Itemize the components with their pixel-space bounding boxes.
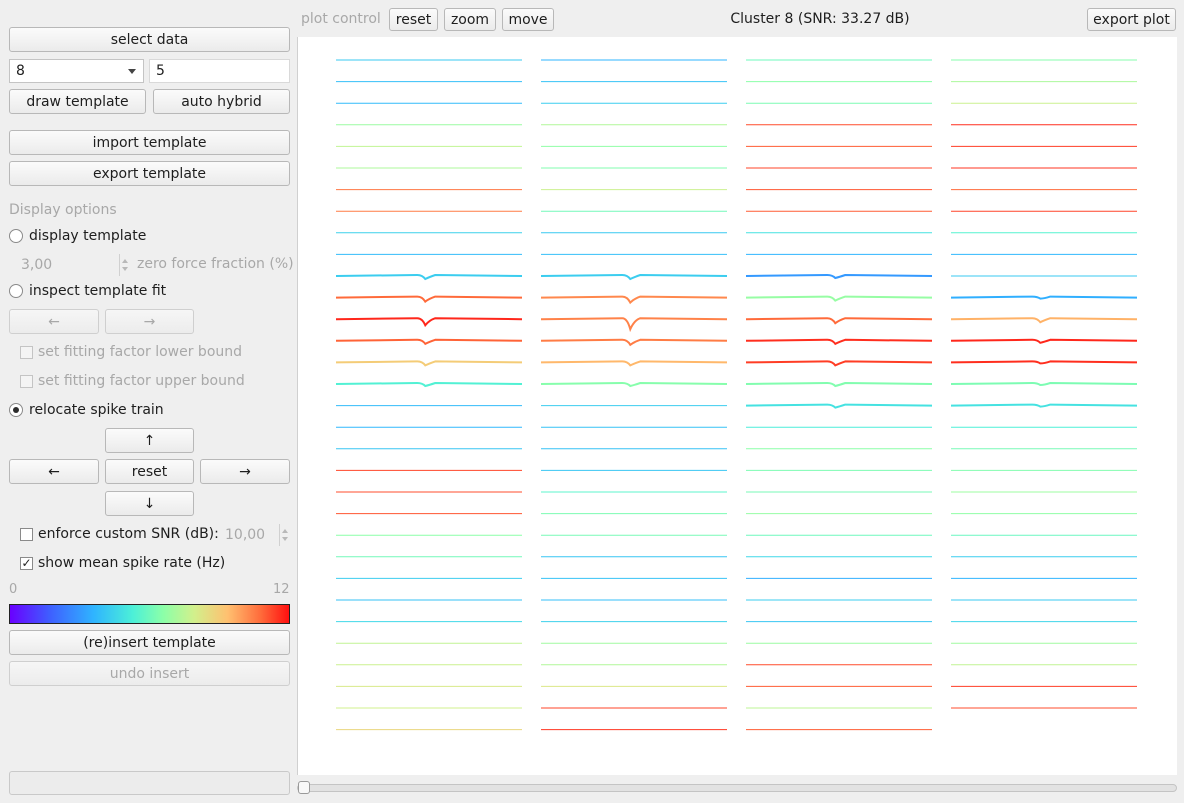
spin-arrows-icon[interactable]: [119, 254, 130, 276]
cluster-input[interactable]: 5: [149, 59, 290, 83]
reinsert-template-button[interactable]: (re)insert template: [9, 630, 290, 655]
spin-arrows-icon[interactable]: [279, 524, 290, 546]
rate-colorbar: [9, 604, 290, 624]
channel-trace: [540, 273, 728, 281]
show-rate-label: show mean spike rate (Hz): [38, 555, 226, 571]
channel-trace: [745, 273, 933, 280]
channel-trace: [745, 403, 933, 409]
channel-trace: [335, 317, 523, 328]
probe-plot[interactable]: [297, 37, 1177, 775]
channel-trace: [745, 317, 933, 325]
inspect-template-fit-label: inspect template fit: [29, 283, 167, 299]
channel-trace: [335, 338, 523, 346]
select-data-button[interactable]: select data: [9, 27, 290, 52]
display-template-radio[interactable]: [9, 229, 23, 243]
auto-hybrid-button[interactable]: auto hybrid: [153, 89, 290, 114]
export-plot-button[interactable]: export plot: [1087, 8, 1176, 31]
channel-trace: [335, 295, 523, 304]
undo-insert-button[interactable]: undo insert: [9, 661, 290, 686]
channel-trace: [745, 295, 933, 302]
snr-value: 10,00: [225, 527, 266, 543]
channel-trace: [745, 338, 933, 346]
plot-title: Cluster 8 (SNR: 33.27 dB): [730, 11, 910, 27]
channel-trace: [950, 403, 1138, 408]
move-left-button[interactable]: ←: [9, 459, 99, 484]
relocate-spike-train-radio[interactable]: [9, 403, 23, 417]
progress-bar: [9, 771, 290, 795]
plot-move-button[interactable]: move: [502, 8, 554, 31]
channel-trace: [950, 317, 1138, 324]
channel-trace: [745, 360, 933, 367]
channel-trace: [335, 360, 523, 367]
channel-trace: [950, 381, 1138, 387]
channel-trace: [540, 317, 728, 333]
plot-scroll-handle[interactable]: [298, 781, 310, 794]
channel-trace: [540, 338, 728, 347]
set-lower-bound-checkbox[interactable]: [20, 346, 33, 359]
plot-scroll-track[interactable]: [297, 784, 1177, 792]
enforce-snr-checkbox[interactable]: [20, 528, 33, 541]
import-template-button[interactable]: import template: [9, 130, 290, 155]
next-fit-button[interactable]: →: [105, 309, 194, 334]
inspect-template-fit-radio[interactable]: [9, 284, 23, 298]
channel-trace: [950, 295, 1138, 300]
channel-trace: [950, 338, 1138, 344]
probe-plot-svg: [335, 59, 1138, 731]
chevron-down-icon: [128, 69, 136, 74]
checkmark-icon: ✓: [21, 556, 32, 570]
display-options-heading: Display options: [9, 202, 117, 218]
snr-spinbox[interactable]: 10,00: [225, 524, 291, 546]
channel-trace: [745, 381, 933, 388]
set-lower-bound-label: set fitting factor lower bound: [38, 344, 243, 360]
colorbar-min-label: 0: [9, 582, 18, 597]
cluster-select-value: 8: [16, 63, 25, 79]
draw-template-button[interactable]: draw template: [9, 89, 146, 114]
colorbar-max-label: 12: [273, 582, 290, 597]
export-template-button[interactable]: export template: [9, 161, 290, 186]
prev-fit-button[interactable]: ←: [9, 309, 99, 334]
show-rate-checkbox[interactable]: ✓: [20, 557, 33, 570]
cluster-select[interactable]: 8: [9, 59, 144, 83]
zero-force-label: zero force fraction (%): [137, 256, 294, 272]
relocate-spike-train-label: relocate spike train: [29, 402, 164, 418]
channel-trace: [540, 381, 728, 388]
reset-position-button[interactable]: reset: [105, 459, 194, 484]
plot-reset-button[interactable]: reset: [389, 8, 438, 31]
channel-trace: [540, 295, 728, 305]
plot-control-label: plot control: [301, 11, 381, 27]
enforce-snr-label: enforce custom SNR (dB):: [38, 526, 219, 542]
plot-zoom-button[interactable]: zoom: [444, 8, 496, 31]
channel-trace: [950, 360, 1138, 365]
move-down-button[interactable]: ↓: [105, 491, 194, 516]
channel-trace: [335, 381, 523, 388]
set-upper-bound-checkbox[interactable]: [20, 375, 33, 388]
zero-force-value: 3,00: [21, 257, 53, 273]
channel-trace: [335, 273, 523, 281]
plot-left-axis: [297, 37, 298, 775]
channel-trace: [540, 360, 728, 367]
set-upper-bound-label: set fitting factor upper bound: [38, 373, 245, 389]
zero-force-spinbox[interactable]: 3,00: [21, 254, 131, 276]
display-template-label: display template: [29, 228, 147, 244]
move-up-button[interactable]: ↑: [105, 428, 194, 453]
move-right-button[interactable]: →: [200, 459, 290, 484]
